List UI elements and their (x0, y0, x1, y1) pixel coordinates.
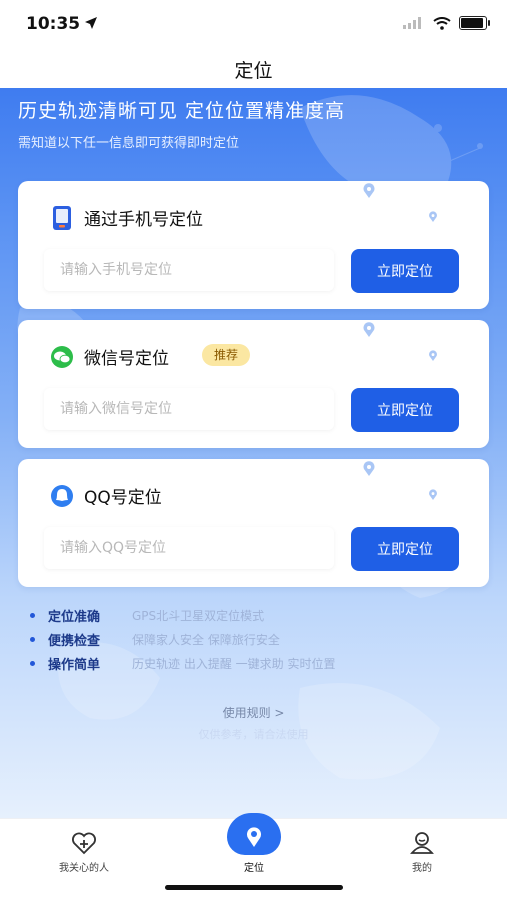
tab-label: 我关心的人 (59, 863, 109, 874)
card-title: QQ号定位 (84, 488, 162, 508)
hero-title: 历史轨迹清晰可见 定位位置精准度高 (18, 100, 346, 122)
feature-item: 定位准确 GPS北斗卫星双定位模式 (30, 606, 470, 626)
bullet-dot (30, 637, 35, 642)
signal-icon (403, 17, 421, 29)
profile-icon (410, 832, 434, 854)
phone-input-box (44, 249, 334, 291)
status-indicators (403, 16, 490, 30)
recommend-badge: 推荐 (202, 344, 251, 366)
page-title: 定位 (234, 60, 273, 82)
feature-title: 便携检查 (48, 634, 101, 649)
card-title: 微信号定位 (84, 349, 169, 369)
bullet-dot (30, 613, 35, 618)
feature-desc: 保障家人安全 保障旅行安全 (132, 633, 280, 647)
feature-desc: 历史轨迹 出入提醒 一键求助 实时位置 (132, 657, 336, 671)
tab-label: 定位 (244, 863, 264, 874)
phone-locate-card: 通过手机号定位 立即定位 (18, 181, 489, 309)
wechat-locate-card: 微信号定位 推荐 立即定位 (18, 320, 489, 448)
location-arrow-icon (85, 17, 97, 29)
wechat-input[interactable] (44, 388, 320, 430)
tab-label: 我的 (412, 863, 432, 874)
disclaimer-text: 仅供参考，请合法使用 (198, 728, 309, 741)
feature-item: 便携检查 保障家人安全 保障旅行安全 (30, 630, 470, 650)
qq-locate-card: QQ号定位 立即定位 (18, 459, 489, 587)
wechat-locate-button[interactable]: 立即定位 (351, 388, 459, 432)
wechat-icon (51, 346, 73, 368)
feature-desc: GPS北斗卫星双定位模式 (132, 609, 265, 623)
status-bar: 10:35 (0, 0, 507, 52)
map-pin-icon (363, 322, 375, 337)
nav-bar: 定位 (0, 52, 507, 88)
qq-icon (51, 485, 73, 507)
battery-icon (459, 16, 490, 30)
card-title: 通过手机号定位 (84, 210, 203, 230)
qq-locate-button[interactable]: 立即定位 (351, 527, 459, 571)
heart-plus-icon (72, 832, 96, 855)
map-pin-icon (429, 350, 437, 361)
qq-input-box (44, 527, 334, 569)
map-pin-icon (363, 183, 375, 198)
wifi-icon (433, 16, 451, 30)
status-time: 10:35 (26, 14, 81, 34)
phone-locate-button[interactable]: 立即定位 (351, 249, 459, 293)
feature-item: 操作简单 历史轨迹 出入提醒 一键求助 实时位置 (30, 654, 470, 674)
bullet-dot (30, 661, 35, 666)
location-icon (247, 827, 261, 847)
feature-title: 操作简单 (48, 658, 101, 673)
map-pin-icon (429, 211, 437, 222)
hero-subtitle: 需知道以下任一信息即可获得即时定位 (18, 136, 240, 151)
qq-input[interactable] (44, 527, 320, 569)
phone-icon (53, 206, 71, 230)
map-pin-icon (429, 489, 437, 500)
home-indicator (165, 885, 343, 890)
phone-input[interactable] (44, 249, 320, 291)
feature-title: 定位准确 (48, 610, 101, 625)
map-pin-icon (363, 461, 375, 476)
usage-rules-link[interactable]: 使用规则 > (0, 704, 507, 721)
wechat-input-box (44, 388, 334, 430)
